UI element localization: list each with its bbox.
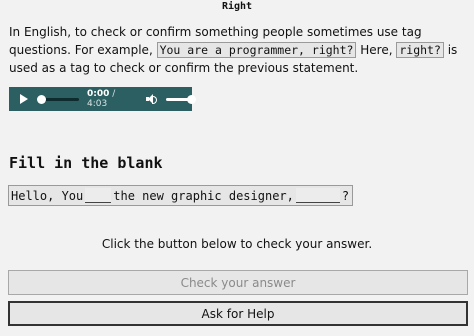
time-display: 0:00 / 4:03 (87, 89, 136, 109)
current-time: 0:00 (86, 89, 110, 99)
exercise-heading: Fill in the blank (9, 154, 163, 172)
audio-player: 0:00 / 4:03 (9, 87, 197, 111)
instruction-text: Click the button below to check your ans… (101, 237, 373, 251)
play-icon[interactable] (20, 94, 28, 104)
time-separator: / (109, 89, 116, 99)
blank-input-1[interactable] (85, 188, 112, 203)
seek-thumb[interactable] (37, 94, 46, 104)
tag-word-code: right? (396, 42, 444, 58)
sentence-part-3: ? (341, 188, 350, 203)
sentence-part-1: Hello, You (11, 188, 84, 203)
intro-text-2: Here, (356, 43, 397, 57)
blank-input-2[interactable] (295, 188, 340, 203)
example-sentence-code: You are a programmer, right? (156, 42, 357, 58)
lesson-title: Right (221, 1, 253, 12)
sentence-part-2: the new graphic designer, (113, 188, 294, 203)
seek-bar[interactable] (37, 94, 79, 104)
speaker-icon[interactable] (145, 94, 157, 104)
volume-thumb[interactable] (187, 94, 197, 104)
volume-slider[interactable] (166, 94, 197, 104)
fill-blank-sentence: Hello, You the new graphic designer,? (8, 185, 354, 206)
ask-for-help-button[interactable]: Ask for Help (8, 301, 468, 326)
duration: 4:03 (86, 99, 108, 109)
intro-paragraph: In English, to check or confirm somethin… (9, 23, 467, 77)
check-answer-button[interactable]: Check your answer (8, 270, 468, 295)
